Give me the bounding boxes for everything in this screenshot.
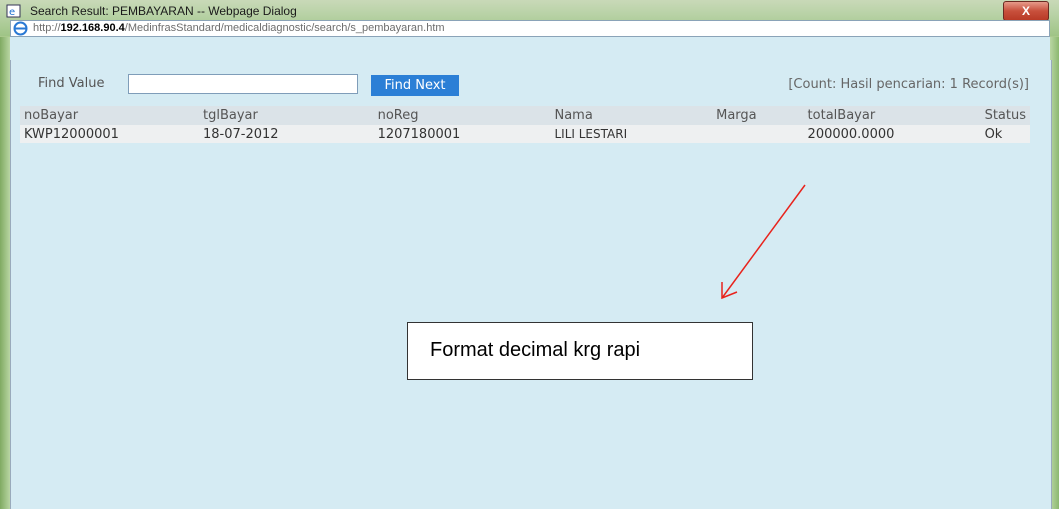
table-header-row: noBayar tglBayar noReg Nama Marga totalB… <box>20 106 1030 125</box>
annotation-arrow <box>721 184 806 300</box>
address-url: http://192.168.90.4/MedinfrasStandard/me… <box>33 22 445 34</box>
cell-status: Ok <box>980 125 1030 143</box>
cell-marga <box>712 125 804 143</box>
column-header-nama[interactable]: Nama <box>550 106 713 125</box>
content-top <box>10 37 1050 60</box>
find-value-label: Find Value <box>38 76 105 91</box>
ie-page-icon: e <box>6 4 21 18</box>
address-bar: http://192.168.90.4/MedinfrasStandard/me… <box>10 20 1050 37</box>
annotation-text: Format decimal krg rapi <box>430 339 641 361</box>
cell-totalbayar: 200000.0000 <box>803 125 981 143</box>
find-next-button[interactable]: Find Next <box>371 75 459 96</box>
annotation-box: Format decimal krg rapi <box>407 322 753 380</box>
find-value-input[interactable] <box>128 74 358 94</box>
cell-noreg: 1207180001 <box>373 125 551 143</box>
column-header-noreg[interactable]: noReg <box>373 106 551 125</box>
column-header-status[interactable]: Status <box>980 106 1030 125</box>
cell-nama: LILI LESTARI <box>550 125 713 143</box>
results-table: noBayar tglBayar noReg Nama Marga totalB… <box>20 106 1030 143</box>
ie-icon <box>13 21 28 36</box>
url-host: 192.168.90.4 <box>60 22 125 34</box>
column-header-marga[interactable]: Marga <box>712 106 804 125</box>
column-header-totalbayar[interactable]: totalBayar <box>803 106 981 125</box>
table-row[interactable]: KWP12000001 18-07-2012 1207180001 LILI L… <box>20 125 1030 143</box>
dialog-title: Search Result: PEMBAYARAN -- Webpage Dia… <box>30 4 297 18</box>
url-prefix: http:// <box>33 22 61 34</box>
arrow-shaft <box>721 184 806 299</box>
window-left-edge <box>0 37 10 509</box>
column-header-tglbayar[interactable]: tglBayar <box>199 106 374 125</box>
result-count: [Count: Hasil pencarian: 1 Record(s)] <box>788 77 1029 92</box>
url-path: /MedinfrasStandard/medicaldiagnostic/sea… <box>124 22 445 34</box>
close-button[interactable]: X <box>1003 1 1049 21</box>
column-header-nobayar[interactable]: noBayar <box>20 106 200 125</box>
svg-text:e: e <box>9 7 15 18</box>
cell-nobayar: KWP12000001 <box>20 125 200 143</box>
cell-tglbayar: 18-07-2012 <box>199 125 374 143</box>
